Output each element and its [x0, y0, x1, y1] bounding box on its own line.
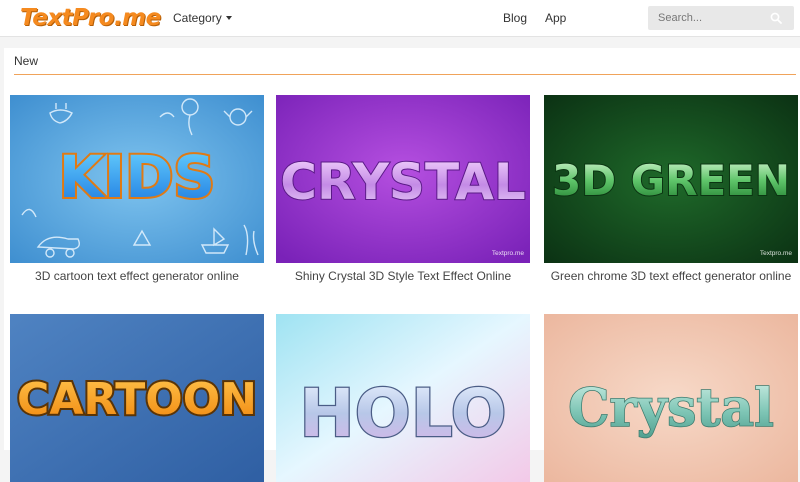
nav-link-blog[interactable]: Blog	[503, 0, 527, 36]
caret-down-icon	[225, 16, 232, 20]
effect-preview-text: KIDS	[59, 143, 215, 211]
effect-preview-text: 3D GREEN	[552, 156, 790, 205]
top-navbar: TextPro.me Category Blog App	[0, 0, 800, 37]
content-panel: New KIDS 3D cartoon text effect generato…	[4, 48, 800, 482]
effect-preview-text: CARTOON	[17, 374, 257, 425]
effect-card-caption[interactable]: Green chrome 3D text effect generator on…	[544, 268, 798, 284]
effect-thumbnail[interactable]: Crystal	[544, 314, 798, 482]
watermark-text: Textpro.me	[759, 250, 792, 257]
section-title-new: New	[14, 54, 39, 68]
search-button[interactable]	[764, 6, 788, 30]
watermark-text: Textpro.me	[491, 250, 524, 257]
effect-card-caption[interactable]: 3D cartoon text effect generator online	[10, 268, 264, 284]
category-label: Category	[173, 11, 222, 25]
search-icon	[770, 12, 782, 24]
search-input[interactable]	[648, 6, 758, 30]
effect-thumbnail[interactable]: 3D GREEN Textpro.me	[544, 95, 798, 263]
effect-card-caption[interactable]: Shiny Crystal 3D Style Text Effect Onlin…	[276, 268, 530, 284]
effect-thumbnail[interactable]: HOLO	[276, 314, 530, 482]
effect-preview-text: CRYSTAL	[280, 153, 525, 211]
search-box	[648, 6, 794, 30]
nav-link-app[interactable]: App	[545, 0, 566, 36]
effect-preview-text: HOLO	[299, 375, 506, 452]
section-divider	[14, 74, 796, 75]
effect-thumbnail[interactable]: KIDS	[10, 95, 264, 263]
site-logo[interactable]: TextPro.me	[20, 3, 161, 33]
effect-thumbnail[interactable]: CRYSTAL Textpro.me	[276, 95, 530, 263]
effect-preview-text: Crystal	[568, 378, 774, 439]
effect-thumbnail[interactable]: CARTOON	[10, 314, 264, 482]
category-dropdown[interactable]: Category	[173, 0, 232, 36]
